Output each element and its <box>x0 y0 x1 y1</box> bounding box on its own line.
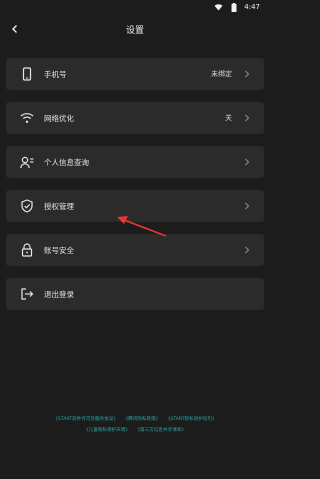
policy-links: 《START软件许可及服务协议》 《腾讯隐私政策》 《START隐私保护指引》 … <box>0 414 270 436</box>
status-time: 4:47 <box>244 3 260 11</box>
chevron-right-icon <box>242 113 252 123</box>
menu-item-personal-info[interactable]: 个人信息查询 <box>6 146 264 178</box>
start-privacy-guide-link[interactable]: 《START隐私保护指引》 <box>166 417 217 422</box>
shield-check-icon <box>20 199 34 213</box>
third-party-sharing-link[interactable]: 《第三方信息共享清单》 <box>135 428 186 433</box>
settings-list: 手机号 未绑定 网络优化 关 个人信息查询 授权管理 账号安全 退出登录 <box>6 58 264 322</box>
battery-icon <box>229 2 238 12</box>
wifi-status-icon <box>214 3 223 12</box>
lock-icon <box>20 243 34 257</box>
status-bar: 4:47 <box>0 0 270 14</box>
user-info-icon <box>20 155 34 169</box>
chevron-right-icon <box>242 157 252 167</box>
phone-icon <box>20 67 34 81</box>
menu-item-label: 退出登录 <box>44 289 74 299</box>
menu-item-label: 手机号 <box>44 69 67 79</box>
chevron-right-icon <box>242 245 252 255</box>
wifi-icon <box>20 111 34 125</box>
menu-item-network[interactable]: 网络优化 关 <box>6 102 264 134</box>
license-agreement-link[interactable]: 《START软件许可及服务协议》 <box>53 417 118 422</box>
logout-icon <box>20 287 34 301</box>
menu-item-phone[interactable]: 手机号 未绑定 <box>6 58 264 90</box>
chevron-right-icon <box>242 69 252 79</box>
chevron-right-icon <box>242 201 252 211</box>
menu-item-value: 未绑定 <box>211 70 232 78</box>
page-title: 设置 <box>125 25 144 36</box>
tencent-privacy-link[interactable]: 《腾讯隐私政策》 <box>124 417 161 422</box>
menu-item-logout[interactable]: 退出登录 <box>6 278 264 310</box>
app-bar: 设置 <box>0 14 270 44</box>
menu-item-label: 网络优化 <box>44 113 74 123</box>
menu-item-account-security[interactable]: 账号安全 <box>6 234 264 266</box>
menu-item-authorization[interactable]: 授权管理 <box>6 190 264 222</box>
menu-item-label: 账号安全 <box>44 245 74 255</box>
menu-item-label: 个人信息查询 <box>44 157 89 167</box>
children-privacy-link[interactable]: 《儿童隐私保护声明》 <box>84 428 130 433</box>
chevron-left-icon <box>12 25 17 33</box>
back-button[interactable] <box>6 20 24 38</box>
menu-item-value: 关 <box>225 114 232 122</box>
menu-item-label: 授权管理 <box>44 201 74 211</box>
